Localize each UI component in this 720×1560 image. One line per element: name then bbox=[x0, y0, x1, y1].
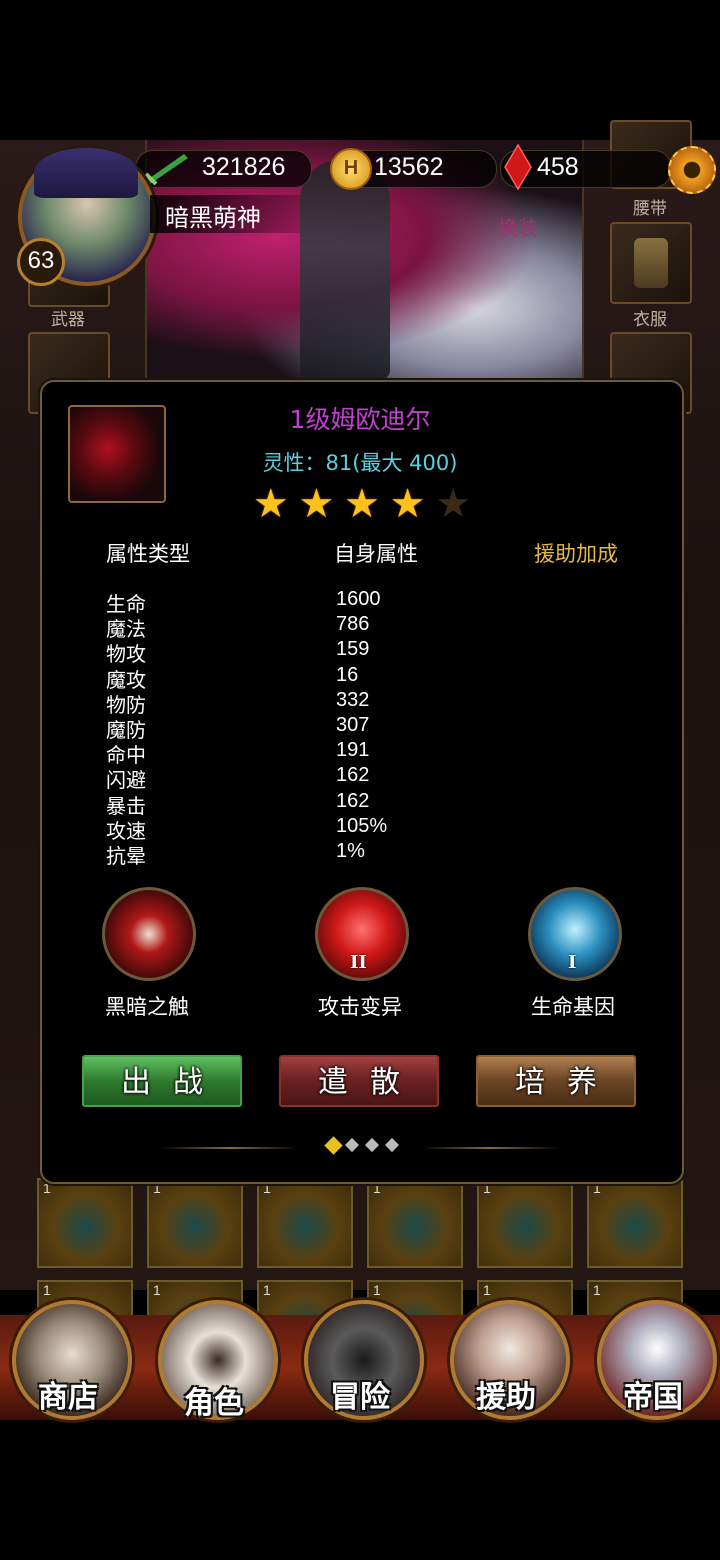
player-level-badge: 63 bbox=[17, 238, 65, 286]
star-empty-icon: ★ bbox=[435, 481, 472, 527]
inventory-cell-count: 1 bbox=[593, 1282, 601, 1298]
skill-label: 黑暗之触 bbox=[105, 995, 189, 1019]
star-filled-icon: ★ bbox=[298, 481, 335, 527]
stat-value: 191 bbox=[336, 739, 370, 762]
sword-icon bbox=[144, 154, 188, 186]
skill-label: 生命基因 bbox=[531, 995, 615, 1019]
weapon-slot-label: 武器 bbox=[51, 310, 85, 330]
inventory-cell[interactable]: 1 bbox=[147, 1178, 243, 1268]
pager-line-left bbox=[160, 1147, 300, 1149]
skill-rank: II bbox=[350, 952, 367, 973]
stat-value: 159 bbox=[336, 638, 370, 661]
inventory-cell[interactable]: 1 bbox=[257, 1178, 353, 1268]
pager-line-right bbox=[420, 1147, 560, 1149]
stat-name: 抗晕 bbox=[106, 844, 146, 868]
settings-gear-icon[interactable] bbox=[668, 146, 716, 194]
nav-assist-label[interactable]: 援助 bbox=[450, 1372, 562, 1416]
stat-value: 16 bbox=[336, 663, 359, 686]
column-header-self: 自身属性 bbox=[334, 542, 418, 566]
column-header-assist: 援助加成 bbox=[534, 542, 618, 566]
train-button[interactable]: 培养 bbox=[476, 1055, 636, 1107]
deploy-button[interactable]: 出战 bbox=[82, 1055, 242, 1107]
stat-value: 1% bbox=[336, 840, 365, 862]
stat-value: 162 bbox=[336, 789, 370, 812]
gold-coin-icon: H bbox=[330, 148, 372, 190]
nav-empire-label[interactable]: 帝国 bbox=[597, 1372, 709, 1416]
stat-value: 1600 bbox=[336, 588, 381, 610]
inventory-cell-count: 1 bbox=[263, 1282, 271, 1298]
inventory-cell-count: 1 bbox=[373, 1282, 381, 1298]
game-screen: 武器 腰带 衣服 321826 H 13562 458 63 暗黑萌神 换装 1… bbox=[0, 0, 720, 1560]
nav-shop-label[interactable]: 商店 bbox=[12, 1372, 124, 1416]
armor-icon bbox=[634, 238, 668, 288]
stat-value: 786 bbox=[336, 613, 370, 636]
stat-value: 332 bbox=[336, 688, 370, 711]
nav-character-label[interactable]: 角色 bbox=[158, 1378, 270, 1422]
pet-title: 1级姆欧迪尔 bbox=[289, 405, 431, 434]
gold-value: 13562 bbox=[374, 153, 444, 181]
nav-adventure-label[interactable]: 冒险 bbox=[304, 1372, 416, 1416]
inventory-cell-count: 1 bbox=[483, 1282, 491, 1298]
inventory-cell[interactable]: 1 bbox=[587, 1178, 683, 1268]
change-outfit-link[interactable]: 换装 bbox=[498, 212, 538, 241]
dark-touch-skill-icon[interactable] bbox=[102, 887, 196, 981]
clothes-slot-label: 衣服 bbox=[633, 310, 667, 330]
inventory-cell[interactable]: 1 bbox=[367, 1178, 463, 1268]
inventory-cell[interactable]: 1 bbox=[37, 1178, 133, 1268]
dismiss-button[interactable]: 遣散 bbox=[279, 1055, 439, 1107]
skill-label: 攻击变异 bbox=[318, 995, 402, 1019]
column-header-type: 属性类型 bbox=[106, 542, 190, 566]
stat-value: 162 bbox=[336, 764, 370, 787]
star-filled-icon: ★ bbox=[344, 481, 380, 527]
star-filled-icon: ★ bbox=[252, 481, 289, 527]
character-figure bbox=[300, 160, 390, 380]
power-value: 321826 bbox=[202, 153, 286, 181]
red-gem-icon bbox=[504, 143, 532, 191]
star-filled-icon: ★ bbox=[389, 481, 426, 527]
gem-value: 458 bbox=[537, 153, 579, 181]
clothes-slot[interactable] bbox=[610, 222, 692, 304]
stat-value: 105% bbox=[336, 814, 388, 837]
inventory-cell-count: 1 bbox=[153, 1282, 161, 1298]
inventory-cell-count: 1 bbox=[43, 1282, 51, 1298]
inventory-cell[interactable]: 1 bbox=[477, 1178, 573, 1268]
star-rating: ★ ★ ★ ★ ★ bbox=[252, 484, 472, 528]
belt-slot-label: 腰带 bbox=[633, 199, 667, 219]
player-name: 暗黑萌神 bbox=[165, 204, 261, 232]
pet-spirit: 灵性：81(最大 400) bbox=[262, 451, 458, 475]
stat-value: 307 bbox=[336, 714, 370, 736]
witch-hat-icon bbox=[34, 148, 138, 198]
skill-rank: I bbox=[568, 952, 577, 973]
pet-portrait-icon bbox=[68, 405, 166, 503]
